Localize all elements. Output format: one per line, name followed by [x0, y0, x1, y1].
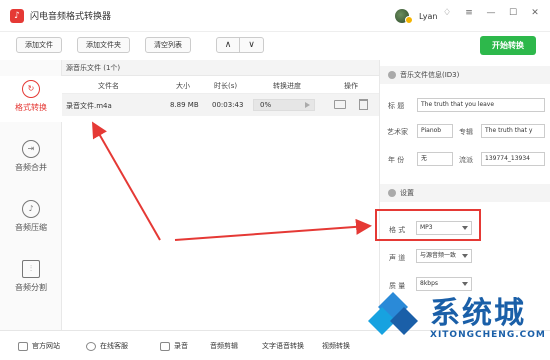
start-convert-button[interactable]: 开始转换 — [480, 36, 536, 55]
title-label: 标 题 — [388, 102, 405, 110]
merge-icon: ⇥ — [22, 140, 40, 158]
settings-section-header: 设置 — [380, 184, 550, 202]
file-list-header: 文件名 大小 时长(s) 转换进度 操作 — [62, 76, 379, 94]
sidebar-item-audio-compress[interactable]: ♪ 音频压缩 — [0, 196, 62, 242]
sidebar-item-audio-split[interactable]: ⫶ 音频分割 — [0, 256, 62, 302]
file-name: 录音文件.m4a — [66, 102, 112, 110]
minimize-icon[interactable]: — — [484, 8, 498, 18]
year-label: 年 份 — [388, 156, 405, 164]
toolbar: 添加文件 添加文件夹 清空列表 ∧ ∨ 开始转换 — [0, 32, 550, 58]
file-list-title: 源音乐文件 (1个) — [62, 60, 379, 76]
format-highlight-box — [375, 209, 481, 241]
watermark: 系统城 XITONGCHENG.COM — [368, 282, 550, 354]
music-info-icon — [388, 71, 396, 79]
video-link[interactable]: 视频转换 — [322, 341, 350, 351]
sidebar-item-audio-merge[interactable]: ⇥ 音频合并 — [0, 136, 62, 182]
compress-icon: ♪ — [22, 200, 40, 218]
album-field[interactable]: The truth that y — [481, 124, 545, 138]
user-name: Lyan — [419, 11, 438, 21]
play-icon[interactable] — [305, 102, 310, 108]
col-progress: 转换进度 — [273, 82, 301, 90]
add-file-button[interactable]: 添加文件 — [16, 37, 62, 53]
watermark-url: XITONGCHENG.COM — [430, 330, 546, 340]
col-filename: 文件名 — [98, 82, 119, 90]
file-duration: 00:03:43 — [212, 101, 244, 109]
id3-section-header: 音乐文件信息(ID3) — [380, 66, 550, 84]
move-down-button[interactable]: ∨ — [240, 37, 264, 53]
progress-bar: 0% — [253, 99, 315, 111]
cut-link[interactable]: 音频剪辑 — [210, 341, 238, 351]
sidebar-item-label: 音频分割 — [15, 283, 47, 292]
maximize-icon[interactable]: ☐ — [506, 8, 520, 18]
col-duration: 时长(s) — [214, 82, 238, 90]
sidebar-item-format-convert[interactable]: ↻ 格式转换 — [0, 76, 62, 122]
chevron-down-icon — [462, 254, 468, 258]
add-folder-button[interactable]: 添加文件夹 — [77, 37, 130, 53]
user-info[interactable]: Lyan — [395, 8, 437, 24]
sidebar-item-label: 音频压缩 — [15, 223, 47, 232]
menu-icon[interactable]: ≡ — [462, 8, 476, 18]
table-row[interactable]: 录音文件.m4a 8.89 MB 00:03:43 0% — [62, 94, 379, 116]
settings-icon — [388, 189, 396, 197]
watermark-text: 系统城 — [430, 296, 526, 331]
app-logo-icon: ♪ — [10, 8, 24, 23]
year-field[interactable]: 无 — [417, 152, 453, 166]
tts-link[interactable]: 文字语音转换 — [262, 341, 304, 351]
website-icon — [18, 341, 28, 351]
progress-text: 0% — [260, 101, 272, 109]
folder-icon[interactable] — [334, 100, 346, 109]
trash-icon[interactable] — [359, 99, 368, 110]
vip-badge-icon — [405, 16, 413, 24]
channel-label: 声 道 — [389, 254, 406, 262]
channel-select[interactable]: 与源音频一致 — [416, 249, 472, 263]
website-link[interactable]: 官方网站 — [18, 341, 60, 351]
sidebar: ↻ 格式转换 ⇥ 音频合并 ♪ 音频压缩 ⫶ 音频分割 — [0, 60, 62, 330]
title-bar: ♪ 闪电音频格式转换器 Lyan ♢ ≡ — ☐ ✕ — [0, 0, 550, 32]
skin-icon[interactable]: ♢ — [440, 8, 454, 18]
move-buttons: ∧ ∨ — [216, 37, 264, 53]
col-size: 大小 — [176, 82, 190, 90]
watermark-logo-icon — [368, 292, 418, 335]
artist-field[interactable]: Pianob — [417, 124, 453, 138]
close-icon[interactable]: ✕ — [528, 8, 542, 18]
artist-label: 艺术家 — [387, 128, 408, 136]
support-link[interactable]: 在线客服 — [86, 341, 128, 351]
refresh-icon: ↻ — [22, 80, 40, 98]
col-actions: 操作 — [344, 82, 358, 90]
support-icon — [86, 341, 96, 351]
clear-list-button[interactable]: 清空列表 — [145, 37, 191, 53]
genre-label: 流派 — [459, 156, 473, 164]
app-title: 闪电音频格式转换器 — [30, 12, 112, 22]
genre-field[interactable]: 139774_13934 — [481, 152, 545, 166]
move-up-button[interactable]: ∧ — [216, 37, 240, 53]
file-list-panel: 源音乐文件 (1个) 文件名 大小 时长(s) 转换进度 操作 录音文件.m4a… — [62, 60, 380, 330]
album-label: 专辑 — [459, 128, 473, 136]
file-size: 8.89 MB — [170, 101, 199, 109]
record-link[interactable]: 录音 — [160, 341, 188, 351]
sidebar-item-label: 格式转换 — [15, 103, 47, 112]
window-controls: ♢ ≡ — ☐ ✕ — [440, 8, 542, 18]
title-field[interactable]: The truth that you leave — [417, 98, 545, 112]
split-icon: ⫶ — [22, 260, 40, 278]
sidebar-item-label: 音频合并 — [15, 163, 47, 172]
microphone-icon — [160, 341, 170, 351]
